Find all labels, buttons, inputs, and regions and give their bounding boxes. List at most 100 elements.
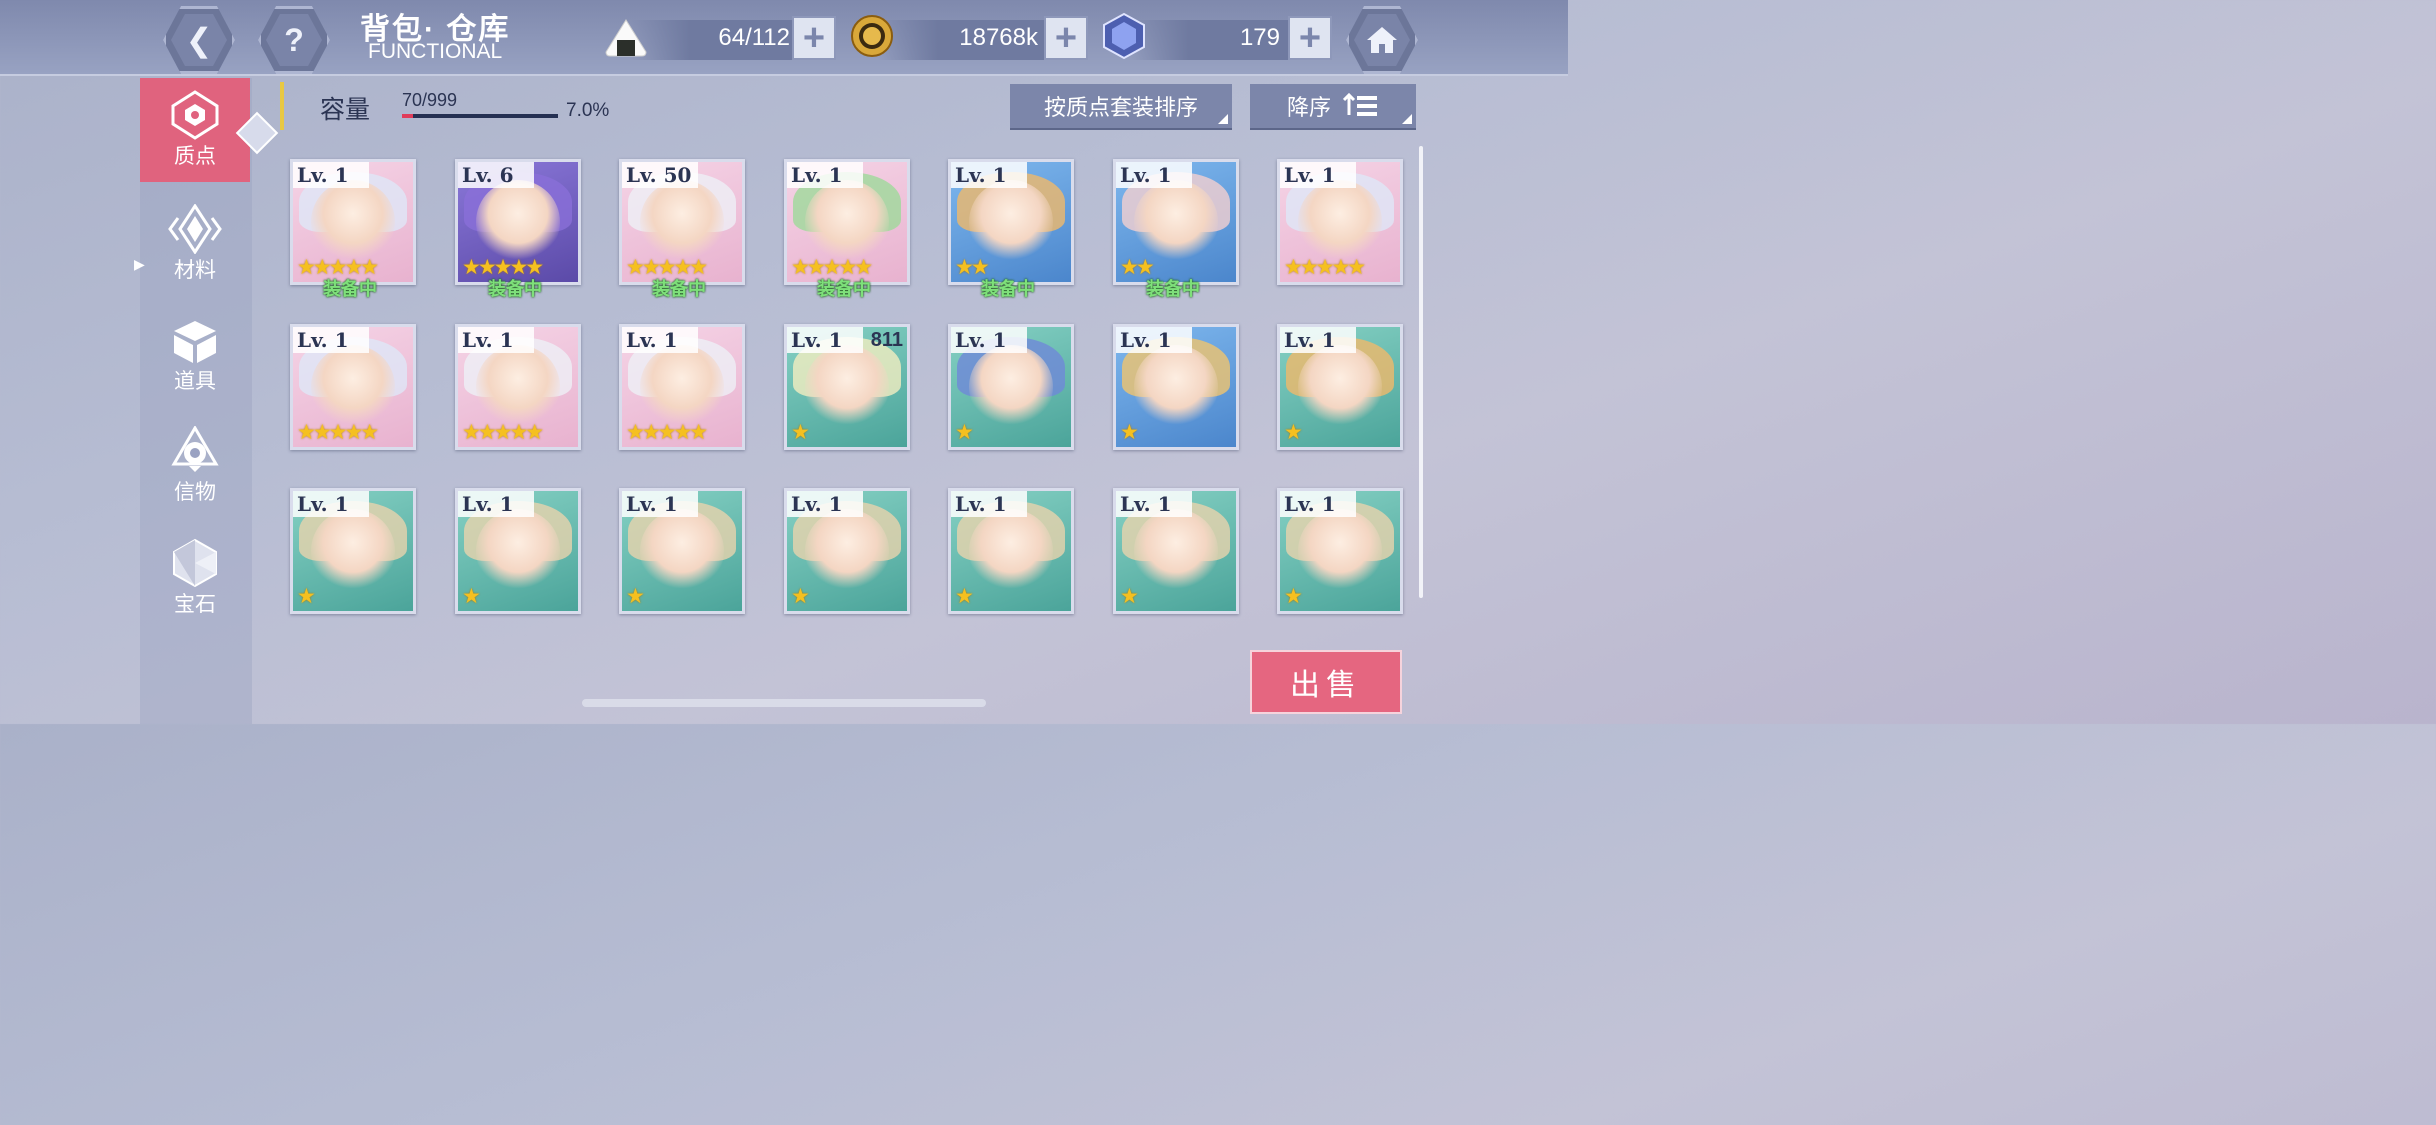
character-face [311, 509, 395, 593]
star-rating-icon: ★★★★★ [462, 421, 544, 444]
core-icon [171, 90, 219, 140]
character-face [969, 509, 1053, 593]
equipped-badge: 装备中 [1146, 279, 1200, 299]
sort-descending-icon [1343, 93, 1377, 116]
resource-coins: 18768k + [848, 14, 1088, 60]
star-rating-icon: ★ [791, 421, 810, 444]
core-card[interactable]: Lv. 1 ★ [1113, 488, 1239, 614]
core-card[interactable]: Lv. 1 ★ [290, 488, 416, 614]
coins-value: 18768k [959, 24, 1038, 51]
character-face [476, 509, 560, 593]
equipped-badge: 装备中 [817, 279, 871, 299]
sort-by-dropdown[interactable]: 按质点套装排序 [1010, 84, 1232, 130]
level-label: Lv. 1 [951, 162, 1027, 188]
core-card[interactable]: Lv. 1 ★ [948, 488, 1074, 614]
core-card[interactable]: Lv. 1 ★ [619, 488, 745, 614]
box-icon [174, 321, 216, 363]
level-label: Lv. 1 [1280, 491, 1356, 517]
sidebar-item-label: 质点 [174, 145, 216, 168]
back-arrow-icon: ❮ [185, 22, 213, 58]
core-card[interactable]: Lv. 50 ★★★★★ [619, 159, 745, 285]
sidebar-item-label: 宝石 [174, 593, 216, 616]
question-icon: ? [284, 21, 304, 58]
character-face [1298, 509, 1382, 593]
level-label: Lv. 1 [787, 162, 863, 188]
horizontal-scrollbar[interactable] [582, 699, 986, 707]
core-card[interactable]: Lv. 1 ★ [784, 488, 910, 614]
core-card[interactable]: Lv. 1 ★★★★★ [619, 324, 745, 450]
add-stamina-button[interactable]: + [792, 16, 836, 60]
capacity-count: 70/999 [402, 90, 458, 110]
star-rating-icon: ★ [1120, 585, 1139, 608]
sell-button[interactable]: 出售 [1250, 650, 1402, 714]
core-card[interactable]: Lv. 1 ★★★★★ [784, 159, 910, 285]
sidebar-item-label: 道具 [174, 370, 216, 393]
core-card[interactable]: Lv. 1 811 ★ [784, 324, 910, 450]
level-label: Lv. 1 [1280, 162, 1356, 188]
vertical-scrollbar[interactable] [1419, 146, 1423, 598]
capacity-percent: 7.0% [566, 100, 610, 121]
level-label: Lv. 1 [293, 327, 369, 353]
core-card[interactable]: Lv. 1 ★★ [948, 159, 1074, 285]
star-rating-icon: ★ [1284, 585, 1303, 608]
character-face [805, 345, 889, 429]
character-face [476, 345, 560, 429]
character-face [1134, 509, 1218, 593]
level-label: Lv. 1 [787, 327, 863, 353]
core-card[interactable]: Lv. 1 ★★★★★ [455, 324, 581, 450]
sidebar-item-label: 信物 [174, 481, 216, 504]
dropdown-corner-icon [1402, 114, 1412, 124]
capacity-label: 容量 [320, 96, 371, 124]
resource-crystals: 179 + [1100, 12, 1332, 60]
core-card[interactable]: Lv. 1 ★★★★★ [290, 159, 416, 285]
core-card[interactable]: Lv. 1 ★ [948, 324, 1074, 450]
core-card[interactable]: Lv. 1 ★ [455, 488, 581, 614]
capacity-bar [402, 114, 558, 118]
submenu-arrow-icon: ▶ [134, 256, 145, 272]
core-card[interactable]: Lv. 6 ★★★★★ [455, 159, 581, 285]
dropdown-corner-icon [1218, 114, 1228, 124]
sort-order-dropdown[interactable]: 降序 [1250, 84, 1416, 130]
sidebar-item-core[interactable]: 质点 [140, 78, 250, 182]
level-label: Lv. 1 [458, 327, 534, 353]
star-rating-icon: ★ [626, 585, 645, 608]
star-rating-icon: ★ [462, 585, 481, 608]
core-card[interactable]: Lv. 1 ★ [1277, 324, 1403, 450]
crystal-icon [1103, 12, 1145, 60]
character-face [805, 180, 889, 264]
add-coins-button[interactable]: + [1044, 16, 1088, 60]
level-label: Lv. 6 [458, 162, 534, 188]
core-card[interactable]: Lv. 1 ★ [1277, 488, 1403, 614]
material-icon [168, 204, 222, 254]
equipped-badge: 装备中 [323, 279, 377, 299]
sort-by-label: 按质点套装排序 [1043, 95, 1198, 120]
core-card[interactable]: Lv. 1 ★★★★★ [1277, 159, 1403, 285]
crystals-value: 179 [1239, 24, 1280, 51]
character-face [969, 180, 1053, 264]
sidebar-item-materials[interactable]: ▶ 材料 [134, 192, 250, 296]
level-label: Lv. 1 [458, 491, 534, 517]
sidebar-item-label: ▶ 材料 [134, 256, 216, 282]
character-face [476, 180, 560, 264]
star-rating-icon: ★★★★★ [1284, 256, 1366, 279]
character-face [969, 345, 1053, 429]
core-card[interactable]: Lv. 1 ★★★★★ [290, 324, 416, 450]
page-subtitle: FUNCTIONAL [368, 40, 503, 63]
capacity-bar-fill [402, 114, 413, 118]
core-card[interactable]: Lv. 1 ★★ [1113, 159, 1239, 285]
quantity-label: 811 [870, 329, 903, 351]
stamina-value: 64/112 [718, 24, 790, 51]
sidebar-item-items[interactable]: 道具 [140, 304, 250, 408]
core-card[interactable]: Lv. 1 ★ [1113, 324, 1239, 450]
sidebar-item-gems[interactable]: 宝石 [140, 526, 250, 630]
coin-icon [851, 15, 893, 57]
sidebar-item-tokens[interactable]: 信物 [140, 414, 250, 518]
character-face [1134, 180, 1218, 264]
character-face [805, 509, 889, 593]
star-rating-icon: ★★★★★ [626, 421, 708, 444]
token-icon [171, 426, 219, 472]
home-icon [1367, 27, 1397, 53]
star-rating-icon: ★ [955, 585, 974, 608]
character-face [1134, 345, 1218, 429]
add-crystals-button[interactable]: + [1288, 16, 1332, 60]
